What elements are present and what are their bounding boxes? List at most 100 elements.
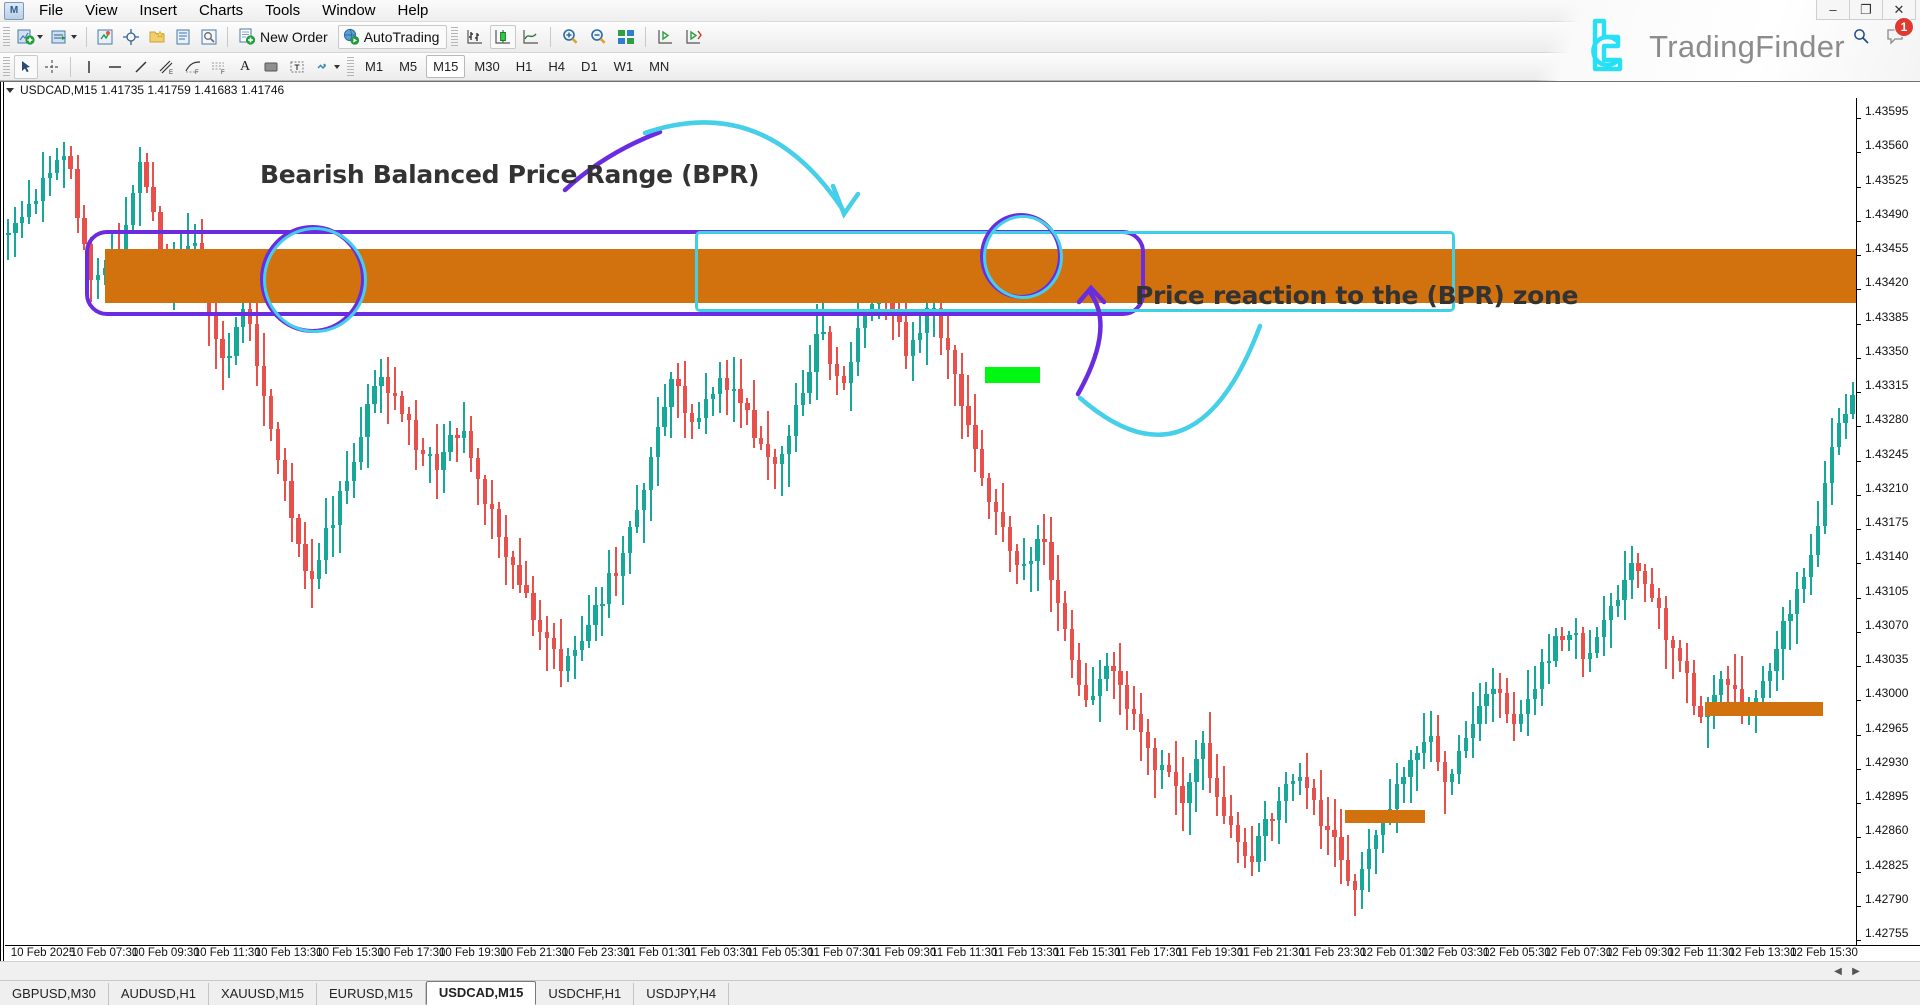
candle-body bbox=[1201, 743, 1205, 759]
timeframe-m5[interactable]: M5 bbox=[392, 55, 424, 78]
crosshair-icon[interactable] bbox=[119, 25, 143, 49]
candle-body bbox=[994, 502, 998, 512]
data-window-icon[interactable] bbox=[171, 25, 195, 49]
crosshair-icon[interactable] bbox=[40, 55, 64, 79]
navigator-icon[interactable] bbox=[197, 25, 221, 49]
line-chart-icon[interactable] bbox=[518, 25, 544, 49]
menu-help[interactable]: Help bbox=[387, 0, 440, 22]
candle-body bbox=[428, 454, 432, 456]
restore-button[interactable]: ❐ bbox=[1849, 0, 1883, 20]
chart-plot-area[interactable]: Bearish Balanced Price Range (BPR)Price … bbox=[5, 98, 1856, 945]
svg-text:F: F bbox=[221, 70, 225, 75]
candle-body bbox=[20, 217, 24, 223]
bar-chart-icon[interactable] bbox=[462, 25, 488, 49]
candle-body bbox=[635, 510, 639, 527]
autotrading-button[interactable]: AutoTrading bbox=[338, 25, 448, 49]
candle-body bbox=[662, 407, 666, 428]
shapes-icon[interactable] bbox=[311, 55, 343, 79]
candle-body bbox=[1774, 649, 1778, 671]
chevron-down-icon[interactable] bbox=[37, 35, 43, 39]
candle-body bbox=[1395, 784, 1399, 809]
chart-tab-usdjpy[interactable]: USDJPY,H4 bbox=[634, 983, 729, 1005]
price-tick: 1.42930 bbox=[1857, 762, 1908, 776]
candle-body bbox=[1250, 856, 1254, 862]
market-watch-icon[interactable] bbox=[93, 25, 117, 49]
scroll-right-arrow[interactable]: ▶ bbox=[1848, 965, 1864, 978]
time-axis[interactable]: 10 Feb 202510 Feb 07:3010 Feb 09:3010 Fe… bbox=[5, 945, 1920, 961]
trendline-icon[interactable] bbox=[129, 55, 153, 79]
candle-body bbox=[400, 396, 404, 414]
timeframe-h4[interactable]: H4 bbox=[541, 55, 572, 78]
left-reaction-circle-cyan bbox=[263, 227, 367, 333]
chart-tab-gbpusd[interactable]: GBPUSD,M30 bbox=[0, 983, 109, 1005]
chevron-down-icon[interactable] bbox=[334, 65, 340, 69]
text-box-icon[interactable] bbox=[285, 55, 309, 79]
toolbar-grip[interactable] bbox=[451, 27, 458, 47]
new-order-button[interactable]: New Order bbox=[234, 25, 336, 49]
timeframe-h1[interactable]: H1 bbox=[509, 55, 540, 78]
candle-body bbox=[1277, 801, 1281, 820]
timeframe-w1[interactable]: W1 bbox=[607, 55, 641, 78]
menu-file[interactable]: File bbox=[28, 0, 74, 22]
new-chart-icon[interactable] bbox=[14, 25, 46, 49]
candle-wick bbox=[1403, 767, 1405, 803]
candle-body bbox=[607, 573, 611, 603]
timeframe-m1[interactable]: M1 bbox=[358, 55, 390, 78]
menu-insert[interactable]: Insert bbox=[128, 0, 188, 22]
toolbar-grip[interactable] bbox=[347, 57, 354, 77]
equidistant-channel-icon[interactable]: E bbox=[155, 55, 179, 79]
fibonacci-retracement-icon[interactable]: F bbox=[181, 55, 205, 79]
auto-scroll-icon[interactable] bbox=[680, 25, 706, 49]
chart-menu-caret-icon[interactable] bbox=[6, 88, 14, 93]
toolbar-grip[interactable] bbox=[3, 57, 10, 77]
price-axis[interactable]: 1.435951.435601.435251.434901.434551.434… bbox=[1856, 98, 1920, 945]
chart-tab-xauusd[interactable]: XAUUSD,M15 bbox=[209, 983, 317, 1005]
chart-tab-eurusd[interactable]: EURUSD,M15 bbox=[317, 983, 426, 1005]
horizontal-scrollbar[interactable]: ◀ ▶ bbox=[0, 961, 1920, 980]
tile-windows-icon[interactable] bbox=[613, 25, 639, 49]
chart-tab-usdcad[interactable]: USDCAD,M15 bbox=[426, 981, 537, 1005]
favorites-icon[interactable] bbox=[145, 25, 169, 49]
text-icon[interactable]: A bbox=[233, 55, 257, 79]
vertical-line-icon[interactable] bbox=[77, 55, 101, 79]
horizontal-line-icon[interactable] bbox=[103, 55, 127, 79]
notifications-icon[interactable]: 1 bbox=[1886, 26, 1906, 46]
profiles-icon[interactable] bbox=[48, 25, 80, 49]
shift-end-icon[interactable] bbox=[652, 25, 678, 49]
candle-wick bbox=[1658, 588, 1660, 629]
candlestick-chart-icon[interactable] bbox=[490, 25, 516, 49]
label-icon[interactable] bbox=[259, 55, 283, 79]
candle-body bbox=[1353, 881, 1357, 891]
time-tick: 11 Feb 05:30 bbox=[746, 947, 813, 959]
menu-window[interactable]: Window bbox=[311, 0, 386, 22]
cursor-icon[interactable] bbox=[14, 55, 38, 79]
menu-view[interactable]: View bbox=[74, 0, 128, 22]
candle-body bbox=[814, 334, 818, 372]
search-icon[interactable] bbox=[1852, 27, 1870, 45]
candle-body bbox=[1194, 759, 1198, 782]
price-tick: 1.43560 bbox=[1857, 145, 1908, 159]
zoom-in-icon[interactable] bbox=[557, 25, 583, 49]
menu-tools[interactable]: Tools bbox=[254, 0, 311, 22]
zoom-out-icon[interactable] bbox=[585, 25, 611, 49]
timeframe-mn[interactable]: MN bbox=[642, 55, 676, 78]
chart-tab-usdchf[interactable]: USDCHF,H1 bbox=[536, 983, 634, 1005]
menu-charts[interactable]: Charts bbox=[188, 0, 254, 22]
toolbar-grip[interactable] bbox=[3, 27, 10, 47]
candle-body bbox=[1609, 606, 1613, 620]
timeframe-m15[interactable]: M15 bbox=[426, 55, 465, 78]
fibonacci-fan-icon[interactable]: F bbox=[207, 55, 231, 79]
candle-body bbox=[1533, 689, 1537, 699]
minimize-button[interactable]: – bbox=[1816, 0, 1850, 20]
scroll-left-arrow[interactable]: ◀ bbox=[1830, 965, 1846, 978]
candle-body bbox=[1098, 679, 1102, 696]
chevron-down-icon[interactable] bbox=[71, 35, 77, 39]
candle-body bbox=[269, 396, 273, 429]
timeframe-d1[interactable]: D1 bbox=[574, 55, 605, 78]
candle-body bbox=[1332, 830, 1336, 837]
candle-body bbox=[946, 338, 950, 351]
candle-body bbox=[1574, 633, 1578, 635]
chart-tab-audusd[interactable]: AUDUSD,H1 bbox=[109, 983, 209, 1005]
timeframe-m30[interactable]: M30 bbox=[467, 55, 506, 78]
candle-body bbox=[842, 376, 846, 383]
